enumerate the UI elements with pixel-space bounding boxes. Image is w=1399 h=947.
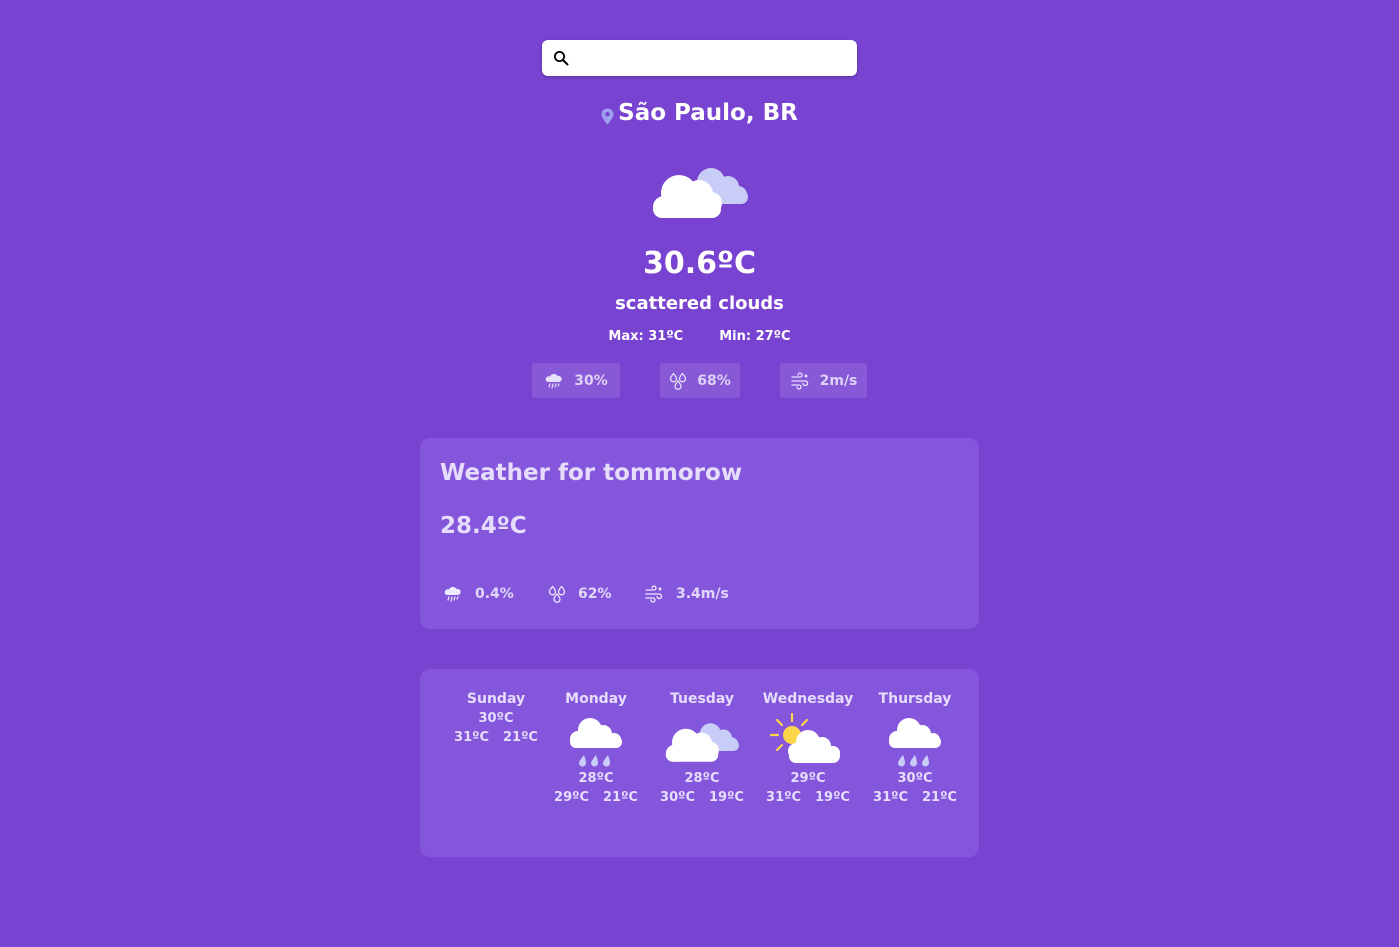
rain-stat: 30% bbox=[532, 363, 620, 398]
tomorrow-humidity-value: 62% bbox=[578, 586, 612, 602]
wind-icon bbox=[790, 371, 808, 390]
forecast-day: Sunday 30ºC 31ºC 21ºC bbox=[441, 691, 551, 745]
wind-value: 2m/s bbox=[819, 372, 858, 389]
rain-icon bbox=[570, 718, 622, 767]
scattered-clouds-icon bbox=[653, 168, 748, 218]
forecast-card: Sunday 30ºC 31ºC 21ºC Monday 28ºC 29ºC 21º… bbox=[420, 669, 979, 857]
day-name: Thursday bbox=[878, 691, 952, 707]
day-min: 19ºC bbox=[815, 790, 850, 805]
tomorrow-temperature: 28.4ºC bbox=[440, 513, 527, 539]
wind-icon bbox=[645, 585, 663, 603]
tomorrow-rain-stat: 0.4% bbox=[443, 585, 514, 603]
weather-description: scattered clouds bbox=[615, 293, 784, 314]
scattered-clouds-icon bbox=[665, 723, 739, 762]
min-temperature: Min: 27ºC bbox=[719, 329, 791, 344]
humidity-value: 68% bbox=[697, 372, 731, 389]
day-temperature: 28ºC bbox=[684, 771, 720, 786]
day-min: 21ºC bbox=[603, 790, 638, 805]
max-min: Max: 31ºC Min: 27ºC bbox=[0, 329, 1399, 344]
humidity-icon bbox=[670, 372, 687, 390]
day-name: Wednesday bbox=[762, 691, 854, 707]
tomorrow-card: Weather for tommorow 28.4ºC 0.4% 62% 3.4… bbox=[420, 438, 979, 629]
day-max: 31ºC bbox=[454, 730, 489, 745]
day-min: 19ºC bbox=[709, 790, 744, 805]
day-temperature: 28ºC bbox=[578, 771, 614, 786]
tomorrow-rain-value: 0.4% bbox=[475, 586, 514, 602]
forecast-day: Thursday 30ºC 31ºC 21ºC bbox=[860, 691, 970, 805]
rain-value: 30% bbox=[574, 372, 608, 389]
forecast-day: Wednesday 29ºC 31ºC 19ºC bbox=[753, 691, 863, 805]
day-temperature: 30ºC bbox=[478, 711, 514, 726]
day-max: 31ºC bbox=[873, 790, 908, 805]
rain-cloud-icon bbox=[545, 373, 562, 389]
day-temperature: 29ºC bbox=[790, 771, 826, 786]
day-min: 21ºC bbox=[922, 790, 957, 805]
tomorrow-title: Weather for tommorow bbox=[440, 460, 743, 486]
day-max: 30ºC bbox=[660, 790, 695, 805]
day-name: Sunday bbox=[466, 691, 526, 707]
location: São Paulo, BR bbox=[0, 100, 1399, 131]
current-temperature: 30.6ºC bbox=[643, 246, 756, 281]
tomorrow-wind-value: 3.4m/s bbox=[676, 586, 729, 602]
rain-cloud-icon bbox=[444, 586, 461, 602]
location-name: São Paulo, BR bbox=[618, 100, 798, 126]
partly-sunny-icon bbox=[769, 712, 840, 763]
day-range: 30ºC 19ºC bbox=[647, 790, 757, 805]
rain-icon bbox=[889, 718, 941, 767]
search-icon[interactable] bbox=[553, 50, 569, 66]
day-temperature: 30ºC bbox=[897, 771, 933, 786]
day-max: 29ºC bbox=[554, 790, 589, 805]
tomorrow-wind-stat: 3.4m/s bbox=[644, 585, 729, 603]
day-range: 29ºC 21ºC bbox=[541, 790, 651, 805]
day-range: 31ºC 21ºC bbox=[441, 730, 551, 745]
forecast-day: Tuesday 28ºC 30ºC 19ºC bbox=[647, 691, 757, 805]
forecast-day: Monday 28ºC 29ºC 21ºC bbox=[541, 691, 651, 805]
day-max: 31ºC bbox=[766, 790, 801, 805]
humidity-stat: 68% bbox=[660, 363, 740, 398]
humidity-icon bbox=[548, 585, 566, 603]
max-temperature: Max: 31ºC bbox=[608, 329, 684, 344]
day-name: Tuesday bbox=[670, 691, 734, 707]
day-name: Monday bbox=[565, 691, 627, 707]
day-range: 31ºC 19ºC bbox=[753, 790, 863, 805]
day-range: 31ºC 21ºC bbox=[860, 790, 970, 805]
day-min: 21ºC bbox=[503, 730, 538, 745]
location-pin-icon bbox=[601, 105, 614, 131]
wind-stat: 2m/s bbox=[780, 363, 867, 398]
search-bar[interactable] bbox=[542, 39, 857, 77]
search-input[interactable] bbox=[577, 39, 857, 77]
tomorrow-humidity-stat: 62% bbox=[548, 585, 612, 603]
